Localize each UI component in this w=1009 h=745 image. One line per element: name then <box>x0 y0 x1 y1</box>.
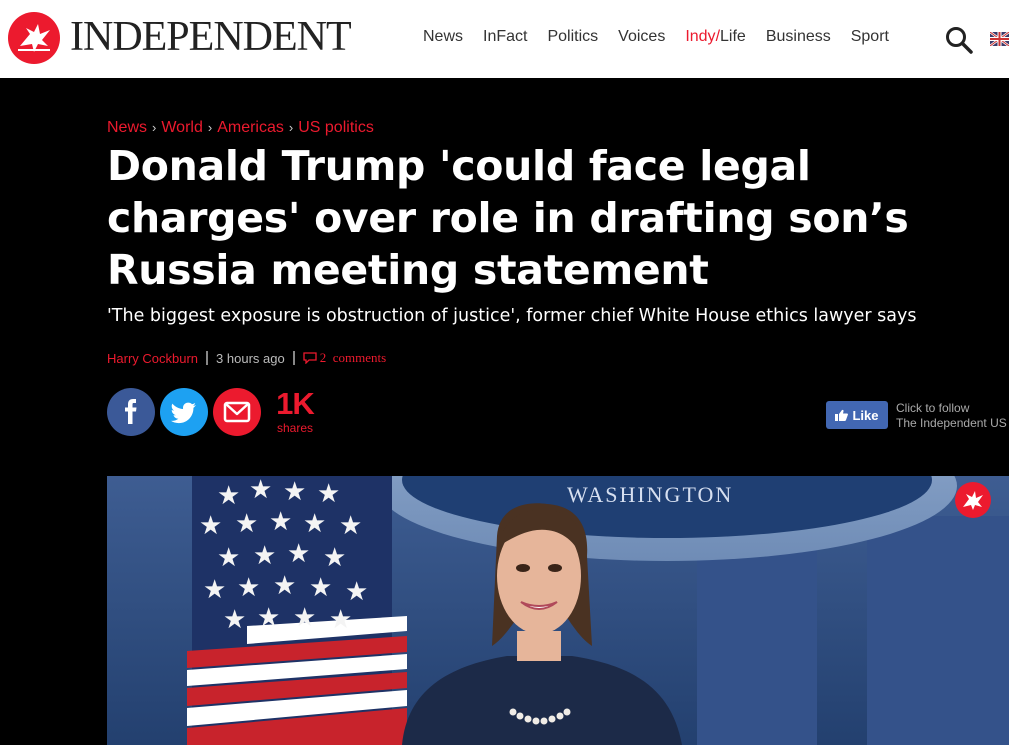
comments-count: 2 <box>319 350 327 365</box>
press-briefing-photo: ★ ★ ★ ★ ★ ★ ★ ★ ★ ★ ★ ★ ★ ★ ★ ★ ★ ★ ★ ★ ★ ★ <box>107 476 1009 745</box>
podium-text: WASHINGTON <box>567 482 734 507</box>
svg-text:★: ★ <box>339 511 362 541</box>
email-share-button[interactable] <box>213 388 261 436</box>
svg-text:★: ★ <box>223 605 246 635</box>
breadcrumb-separator: › <box>207 120 213 135</box>
facebook-share-button[interactable] <box>107 388 155 436</box>
svg-text:★: ★ <box>199 511 222 541</box>
uk-flag-icon[interactable] <box>989 30 1009 48</box>
svg-text:★: ★ <box>323 543 346 573</box>
site-logo-wordmark[interactable]: INDEPENDENT <box>70 14 352 60</box>
comments-link[interactable]: 2 comments <box>303 350 386 366</box>
main-nav: News InFact Politics Voices Indy/Life Bu… <box>423 28 909 50</box>
breadcrumb-separator: › <box>288 120 294 135</box>
byline-divider <box>292 351 295 365</box>
svg-text:★: ★ <box>309 573 332 603</box>
nav-item-voices[interactable]: Voices <box>618 28 665 50</box>
share-count: 1K shares <box>272 386 318 434</box>
facebook-like-button[interactable]: Like <box>826 401 888 429</box>
twitter-icon <box>170 402 196 424</box>
breadcrumb-americas[interactable]: Americas <box>217 119 284 136</box>
follow-line-1: Click to follow <box>896 401 970 415</box>
breadcrumb-us-politics[interactable]: US politics <box>298 119 374 136</box>
nav-item-infact[interactable]: InFact <box>483 28 527 50</box>
svg-text:★: ★ <box>293 603 316 633</box>
svg-text:★: ★ <box>217 481 240 511</box>
search-icon[interactable] <box>945 26 973 54</box>
svg-text:★: ★ <box>203 575 226 605</box>
svg-text:★: ★ <box>249 476 272 505</box>
follow-prompt: Click to follow The Independent US <box>896 401 1007 431</box>
nav-item-indy-life[interactable]: Indy/Life <box>685 28 746 50</box>
article-headline: Donald Trump 'could face legal charges' … <box>107 142 909 294</box>
share-count-label: shares <box>276 421 314 435</box>
thumbs-up-icon <box>835 409 849 421</box>
nav-indy-label: Indy <box>685 28 716 45</box>
svg-text:★: ★ <box>253 541 276 571</box>
share-count-number: 1K <box>276 386 315 421</box>
nav-item-politics[interactable]: Politics <box>547 28 598 50</box>
svg-text:★: ★ <box>329 605 352 635</box>
svg-text:★: ★ <box>257 603 280 633</box>
breadcrumb-news[interactable]: News <box>107 119 147 136</box>
comment-bubble-icon <box>303 352 317 364</box>
like-label: Like <box>852 407 879 423</box>
breadcrumb-separator: › <box>152 120 157 135</box>
svg-text:★: ★ <box>217 543 240 573</box>
nav-item-sport[interactable]: Sport <box>851 28 889 50</box>
facebook-icon <box>125 399 137 424</box>
svg-text:★: ★ <box>345 577 368 607</box>
article-hero-image[interactable]: ★ ★ ★ ★ ★ ★ ★ ★ ★ ★ ★ ★ ★ ★ ★ ★ ★ ★ ★ ★ ★ ★ WASHINGTON <box>107 476 1009 745</box>
site-header: INDEPENDENT News InFact Politics Voices … <box>0 0 1009 78</box>
comments-label: comments <box>332 350 387 365</box>
twitter-share-button[interactable] <box>160 388 208 436</box>
svg-text:★: ★ <box>283 477 306 507</box>
svg-text:★: ★ <box>273 571 296 601</box>
svg-text:★: ★ <box>237 573 260 603</box>
article-byline: Harry Cockburn 3 hours ago 2 comments <box>107 350 386 366</box>
article-standfirst: 'The biggest exposure is obstruction of … <box>107 306 917 326</box>
breadcrumb: News › World › Americas › US politics <box>107 119 374 137</box>
nav-life-label: Life <box>720 28 746 45</box>
svg-text:★: ★ <box>269 507 292 537</box>
byline-divider <box>206 351 209 365</box>
breadcrumb-world[interactable]: World <box>161 119 203 136</box>
envelope-icon <box>223 401 251 423</box>
svg-text:★: ★ <box>287 539 310 569</box>
svg-text:★: ★ <box>235 509 258 539</box>
nav-item-business[interactable]: Business <box>766 28 831 50</box>
eagle-logo-icon[interactable] <box>8 12 60 64</box>
nav-item-news[interactable]: News <box>423 28 463 50</box>
follow-line-2: The Independent US <box>896 416 1007 430</box>
author-link[interactable]: Harry Cockburn <box>107 351 198 366</box>
publish-time: 3 hours ago <box>216 350 285 366</box>
svg-text:★: ★ <box>303 509 326 539</box>
svg-text:★: ★ <box>317 479 340 509</box>
